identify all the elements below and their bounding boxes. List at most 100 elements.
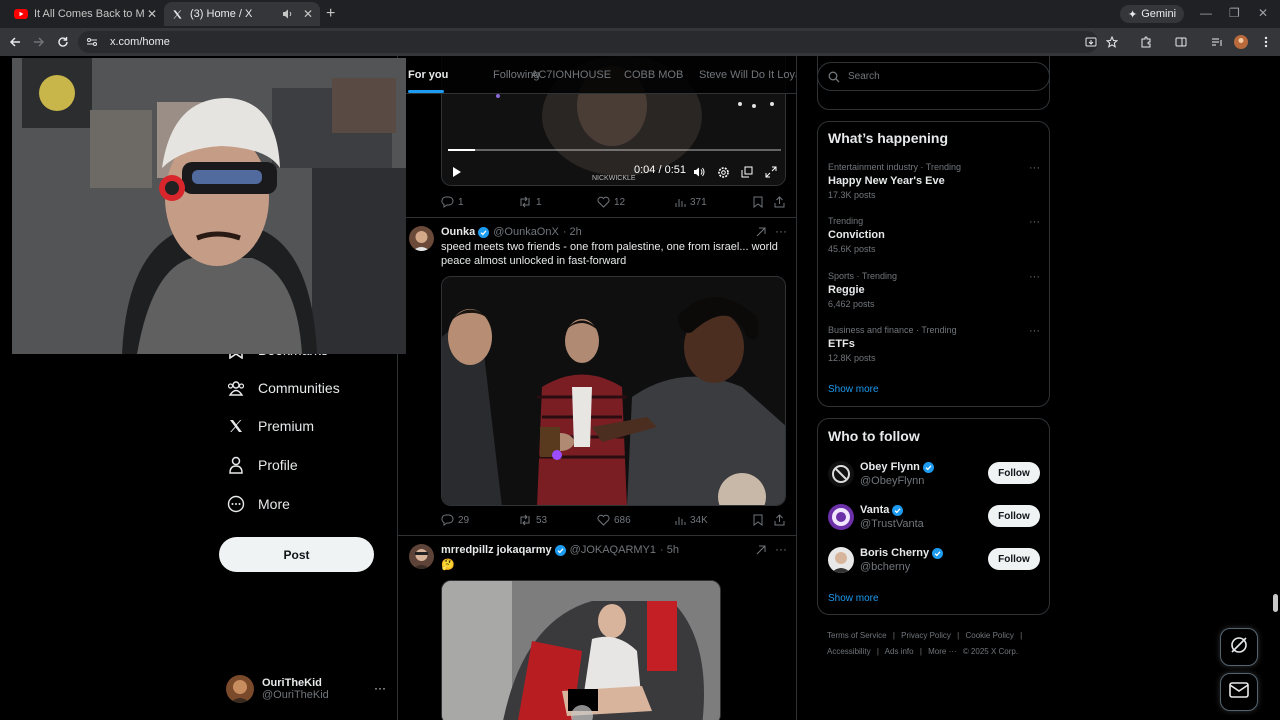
settings-gear-icon[interactable] bbox=[716, 165, 730, 179]
window-close-icon[interactable]: ✕ bbox=[1258, 6, 1268, 20]
scrollbar-thumb[interactable] bbox=[1273, 594, 1278, 612]
avatar[interactable] bbox=[409, 544, 434, 569]
browser-menu-icon[interactable] bbox=[1258, 34, 1274, 50]
speaker-icon[interactable] bbox=[282, 8, 296, 20]
volume-icon[interactable] bbox=[692, 165, 706, 179]
footer-link[interactable]: More ··· bbox=[928, 647, 956, 656]
trend-item[interactable]: Trending Conviction 45.6K posts ··· bbox=[828, 216, 1040, 254]
trend-item[interactable]: Sports · Trending Reggie 6,462 posts ··· bbox=[828, 271, 1040, 309]
post-time[interactable]: · 5h bbox=[660, 544, 679, 556]
footer-link[interactable]: Ads info bbox=[885, 647, 914, 656]
restore-icon[interactable]: ❐ bbox=[1229, 6, 1240, 20]
browser-tab-youtube[interactable]: It All Comes Back to Me - Baby ✕ bbox=[8, 2, 164, 26]
account-switcher[interactable]: OuriTheKid @OuriTheKid ··· bbox=[226, 673, 386, 705]
more-dots-icon[interactable]: ··· bbox=[775, 224, 787, 238]
tab-steve-will-do-it-loyal[interactable]: Steve Will Do It Loyal bbox=[699, 69, 796, 81]
forward-icon[interactable] bbox=[31, 34, 47, 50]
suggestion-name-text: Boris Cherny bbox=[860, 547, 930, 559]
media-controls-icon[interactable] bbox=[1209, 34, 1225, 50]
more-dots-icon[interactable]: ··· bbox=[775, 542, 787, 556]
profile-avatar-icon[interactable] bbox=[1233, 34, 1249, 50]
grok-icon[interactable] bbox=[755, 226, 767, 241]
like-count: 12 bbox=[614, 196, 626, 208]
follow-button[interactable]: Follow bbox=[988, 505, 1040, 527]
bookmark-post-icon[interactable] bbox=[753, 196, 763, 208]
more-dots-icon[interactable]: ··· bbox=[1029, 216, 1040, 228]
minimize-icon[interactable]: — bbox=[1200, 6, 1212, 20]
author-handle[interactable]: @OunkaOnX bbox=[493, 226, 559, 238]
trend-item[interactable]: Entertainment industry · Trending Happy … bbox=[828, 162, 1040, 200]
post-text: speed meets two friends - one from pales… bbox=[441, 241, 778, 267]
reload-icon[interactable] bbox=[55, 34, 71, 50]
repost-button[interactable]: 1 bbox=[518, 196, 542, 208]
grok-icon[interactable] bbox=[755, 544, 767, 559]
video-progress-bar[interactable] bbox=[448, 149, 781, 151]
tab-for-you[interactable]: For you bbox=[408, 69, 448, 81]
bookmark-star-icon[interactable] bbox=[1104, 34, 1120, 50]
post-button[interactable]: Post bbox=[219, 537, 374, 572]
author-name[interactable]: mrredpillz jokaqarmy bbox=[441, 544, 552, 556]
reply-button[interactable]: 29 bbox=[441, 514, 469, 526]
footer-sep: | bbox=[1020, 631, 1023, 640]
share-icon[interactable] bbox=[774, 514, 785, 526]
side-panel-icon[interactable] bbox=[1173, 34, 1189, 50]
post-video[interactable] bbox=[441, 276, 786, 506]
close-tab-icon[interactable]: ✕ bbox=[144, 7, 160, 21]
footer-link[interactable]: Privacy Policy bbox=[901, 631, 951, 640]
scrollbar[interactable] bbox=[1270, 56, 1280, 720]
like-button[interactable]: 12 bbox=[597, 196, 625, 208]
footer-link[interactable]: Cookie Policy bbox=[965, 631, 1013, 640]
browser-tab-x-home[interactable]: (3) Home / X ✕ bbox=[164, 2, 320, 26]
back-icon[interactable] bbox=[7, 34, 23, 50]
address-bar[interactable]: x.com/home bbox=[78, 31, 1098, 53]
reply-button[interactable]: 1 bbox=[441, 196, 464, 208]
follow-button[interactable]: Follow bbox=[988, 462, 1040, 484]
grok-button[interactable] bbox=[1220, 628, 1258, 666]
post-actions: 29 53 686 34K bbox=[441, 512, 786, 528]
play-icon[interactable] bbox=[450, 165, 464, 179]
follow-suggestion[interactable]: Boris Cherny @bcherny Follow bbox=[828, 545, 1040, 577]
views-button[interactable]: 371 bbox=[675, 197, 707, 208]
post-video[interactable] bbox=[441, 580, 721, 720]
more-dots-icon[interactable]: ··· bbox=[1029, 271, 1040, 283]
follow-suggestion[interactable]: Obey Flynn @ObeyFlynn Follow bbox=[828, 459, 1040, 491]
more-dots-icon[interactable]: ··· bbox=[1029, 325, 1040, 337]
nav-more[interactable]: More bbox=[226, 490, 290, 518]
show-more-link[interactable]: Show more bbox=[828, 593, 879, 604]
fullscreen-icon[interactable] bbox=[764, 165, 778, 179]
post-time[interactable]: · 2h bbox=[563, 226, 582, 238]
trend-item[interactable]: Business and finance · Trending ETFs 12.… bbox=[828, 325, 1040, 363]
nav-premium[interactable]: Premium bbox=[226, 412, 314, 440]
bookmark-post-icon[interactable] bbox=[753, 514, 763, 526]
footer-link[interactable]: Accessibility bbox=[827, 647, 871, 656]
views-icon bbox=[675, 516, 686, 525]
share-icon[interactable] bbox=[774, 196, 785, 208]
footer-link[interactable]: Terms of Service bbox=[827, 631, 887, 640]
show-more-link[interactable]: Show more bbox=[828, 384, 879, 395]
messages-button[interactable] bbox=[1220, 673, 1258, 711]
gemini-label: Gemini bbox=[1141, 8, 1177, 20]
repost-button[interactable]: 53 bbox=[518, 514, 547, 526]
avatar[interactable] bbox=[409, 226, 434, 251]
nav-communities[interactable]: Communities bbox=[226, 374, 340, 402]
views-button[interactable]: 34K bbox=[675, 515, 708, 526]
x-logo-icon bbox=[226, 416, 246, 436]
follow-suggestion[interactable]: Vanta @TrustVanta Follow bbox=[828, 502, 1040, 534]
author-handle[interactable]: @JOKAQARMY1 bbox=[570, 544, 656, 556]
install-app-icon[interactable] bbox=[1083, 34, 1099, 50]
verified-badge-icon bbox=[478, 226, 490, 238]
gemini-button[interactable]: ✦ Gemini bbox=[1120, 5, 1185, 23]
pip-icon[interactable] bbox=[740, 165, 754, 179]
extensions-icon[interactable] bbox=[1138, 34, 1154, 50]
site-info-icon[interactable] bbox=[86, 36, 102, 48]
new-tab-icon[interactable]: + bbox=[326, 5, 335, 23]
like-button[interactable]: 686 bbox=[597, 514, 631, 526]
nav-profile[interactable]: Profile bbox=[226, 451, 298, 479]
author-name[interactable]: Ounka bbox=[441, 226, 475, 238]
follow-button[interactable]: Follow bbox=[988, 548, 1040, 570]
tab-ac7ionhouse[interactable]: AC7IONHOUSE bbox=[531, 69, 611, 81]
tab-cobb-mob[interactable]: COBB MOB bbox=[624, 69, 683, 81]
close-tab-icon[interactable]: ✕ bbox=[300, 7, 316, 21]
more-dots-icon[interactable]: ··· bbox=[374, 681, 386, 695]
more-dots-icon[interactable]: ··· bbox=[1029, 162, 1040, 174]
